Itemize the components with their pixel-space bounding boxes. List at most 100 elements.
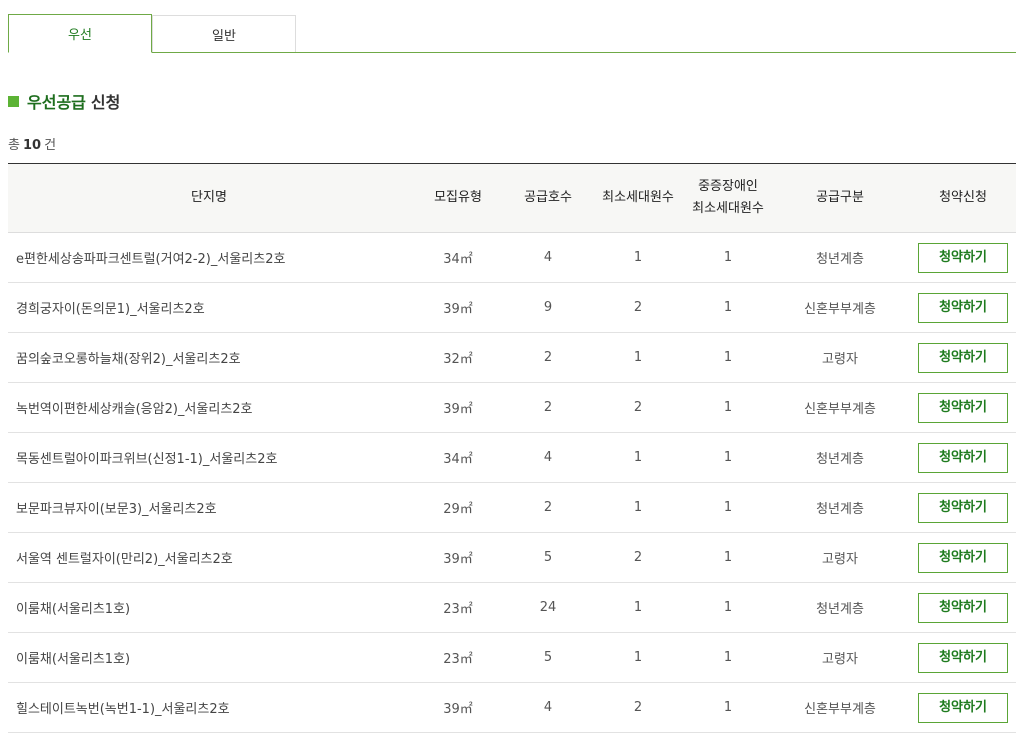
cell-disabled-min-households: 1 <box>686 632 770 683</box>
cell-recruit-type: 39㎡ <box>410 532 506 583</box>
cell-recruit-type: 32㎡ <box>410 332 506 383</box>
cell-apply: 청약하기 <box>910 332 1016 383</box>
header-disabled-min-households: 중증장애인 최소세대원수 <box>686 163 770 233</box>
cell-supply-units: 2 <box>506 332 590 383</box>
cell-supply-units: 2 <box>506 382 590 433</box>
cell-min-households: 1 <box>590 232 686 283</box>
cell-supply-units: 4 <box>506 682 590 733</box>
table-row: 경희궁자이(돈의문1)_서울리츠2호 39㎡ 9 2 1 신혼부부계층 청약하기 <box>8 282 1016 333</box>
complex-table: 단지명 모집유형 공급호수 최소세대원수 중증장애인 최소세대원수 공급구분 청… <box>8 163 1016 733</box>
cell-disabled-min-households: 1 <box>686 432 770 483</box>
cell-supply-units: 4 <box>506 232 590 283</box>
section-title-main: 우선공급 <box>27 93 86 112</box>
cell-apply: 청약하기 <box>910 282 1016 333</box>
apply-button[interactable]: 청약하기 <box>918 592 1008 623</box>
section-title-rest: 신청 <box>90 93 121 112</box>
apply-button[interactable]: 청약하기 <box>918 292 1008 323</box>
cell-recruit-type: 39㎡ <box>410 682 506 733</box>
cell-complex-name: 이룸채(서울리츠1호) <box>8 632 410 683</box>
apply-button[interactable]: 청약하기 <box>918 442 1008 473</box>
cell-apply: 청약하기 <box>910 532 1016 583</box>
cell-complex-name: e편한세상송파파크센트럴(거여2-2)_서울리츠2호 <box>8 232 410 283</box>
table-body: e편한세상송파파크센트럴(거여2-2)_서울리츠2호 34㎡ 4 1 1 청년계층 청약하기… <box>8 232 1016 733</box>
table-row: 꿈의숲코오롱하늘채(장위2)_서울리츠2호 32㎡ 2 1 1 고령자 청약하기 <box>8 332 1016 383</box>
cell-min-households: 1 <box>590 632 686 683</box>
cell-disabled-min-households: 1 <box>686 482 770 533</box>
cell-recruit-type: 34㎡ <box>410 432 506 483</box>
apply-button[interactable]: 청약하기 <box>918 492 1008 523</box>
cell-apply: 청약하기 <box>910 432 1016 483</box>
cell-supply-category: 신혼부부계층 <box>770 382 910 433</box>
cell-min-households: 2 <box>590 382 686 433</box>
table-row: 서울역 센트럴자이(만리2)_서울리츠2호 39㎡ 5 2 1 고령자 청약하기 <box>8 532 1016 583</box>
cell-apply: 청약하기 <box>910 632 1016 683</box>
cell-apply: 청약하기 <box>910 682 1016 733</box>
apply-button[interactable]: 청약하기 <box>918 642 1008 673</box>
apply-button[interactable]: 청약하기 <box>918 392 1008 423</box>
header-min-households: 최소세대원수 <box>590 163 686 233</box>
cell-apply: 청약하기 <box>910 482 1016 533</box>
cell-supply-units: 24 <box>506 582 590 633</box>
cell-recruit-type: 23㎡ <box>410 632 506 683</box>
tab-bar: 우선 일반 <box>8 14 1016 53</box>
cell-apply: 청약하기 <box>910 232 1016 283</box>
cell-complex-name: 보문파크뷰자이(보문3)_서울리츠2호 <box>8 482 410 533</box>
cell-supply-category: 청년계층 <box>770 582 910 633</box>
cell-min-households: 2 <box>590 532 686 583</box>
cell-recruit-type: 39㎡ <box>410 282 506 333</box>
header-apply: 청약신청 <box>910 163 1016 233</box>
cell-complex-name: 녹번역이편한세상캐슬(응암2)_서울리츠2호 <box>8 382 410 433</box>
apply-button[interactable]: 청약하기 <box>918 542 1008 573</box>
tab-priority[interactable]: 우선 <box>8 14 152 53</box>
cell-min-households: 1 <box>590 332 686 383</box>
cell-supply-units: 9 <box>506 282 590 333</box>
table-row: 이룸채(서울리츠1호) 23㎡ 24 1 1 청년계층 청약하기 <box>8 582 1016 633</box>
cell-apply: 청약하기 <box>910 382 1016 433</box>
table-row: 목동센트럴아이파크위브(신정1-1)_서울리츠2호 34㎡ 4 1 1 청년계층 청약하기 <box>8 432 1016 483</box>
cell-disabled-min-households: 1 <box>686 382 770 433</box>
cell-supply-category: 청년계층 <box>770 232 910 283</box>
table-row: 보문파크뷰자이(보문3)_서울리츠2호 29㎡ 2 1 1 청년계층 청약하기 <box>8 482 1016 533</box>
cell-supply-units: 4 <box>506 432 590 483</box>
cell-min-households: 2 <box>590 282 686 333</box>
header-supply-category: 공급구분 <box>770 163 910 233</box>
apply-button[interactable]: 청약하기 <box>918 692 1008 723</box>
cell-complex-name: 힐스테이트녹번(녹번1-1)_서울리츠2호 <box>8 682 410 733</box>
cell-recruit-type: 23㎡ <box>410 582 506 633</box>
cell-supply-units: 5 <box>506 532 590 583</box>
cell-supply-units: 2 <box>506 482 590 533</box>
header-complex-name: 단지명 <box>8 163 410 233</box>
cell-supply-units: 5 <box>506 632 590 683</box>
cell-min-households: 1 <box>590 582 686 633</box>
result-count: 총 10 건 <box>8 134 56 153</box>
cell-supply-category: 고령자 <box>770 332 910 383</box>
cell-min-households: 1 <box>590 482 686 533</box>
cell-disabled-min-households: 1 <box>686 582 770 633</box>
tab-general[interactable]: 일반 <box>152 15 296 52</box>
table-header-row: 단지명 모집유형 공급호수 최소세대원수 중증장애인 최소세대원수 공급구분 청… <box>8 163 1016 233</box>
cell-apply: 청약하기 <box>910 582 1016 633</box>
cell-min-households: 2 <box>590 682 686 733</box>
cell-supply-category: 신혼부부계층 <box>770 282 910 333</box>
square-bullet-icon <box>8 95 19 107</box>
apply-button[interactable]: 청약하기 <box>918 242 1008 273</box>
count-suffix: 건 <box>44 138 57 153</box>
header-disabled-line2: 최소세대원수 <box>692 201 764 216</box>
cell-complex-name: 서울역 센트럴자이(만리2)_서울리츠2호 <box>8 532 410 583</box>
cell-disabled-min-households: 1 <box>686 232 770 283</box>
apply-button[interactable]: 청약하기 <box>918 342 1008 373</box>
cell-complex-name: 이룸채(서울리츠1호) <box>8 582 410 633</box>
cell-min-households: 1 <box>590 432 686 483</box>
cell-disabled-min-households: 1 <box>686 282 770 333</box>
cell-recruit-type: 29㎡ <box>410 482 506 533</box>
cell-disabled-min-households: 1 <box>686 532 770 583</box>
count-value: 10 <box>22 138 42 153</box>
cell-complex-name: 경희궁자이(돈의문1)_서울리츠2호 <box>8 282 410 333</box>
table-row: 이룸채(서울리츠1호) 23㎡ 5 1 1 고령자 청약하기 <box>8 632 1016 683</box>
section-title: 우선공급 신청 <box>8 90 120 112</box>
cell-supply-category: 고령자 <box>770 532 910 583</box>
page: 우선 일반 우선공급 신청 총 10 건 단지명 모집유형 공급호수 최소세대원수 <box>0 0 1034 743</box>
header-supply-units: 공급호수 <box>506 163 590 233</box>
cell-recruit-type: 34㎡ <box>410 232 506 283</box>
cell-supply-category: 신혼부부계층 <box>770 682 910 733</box>
